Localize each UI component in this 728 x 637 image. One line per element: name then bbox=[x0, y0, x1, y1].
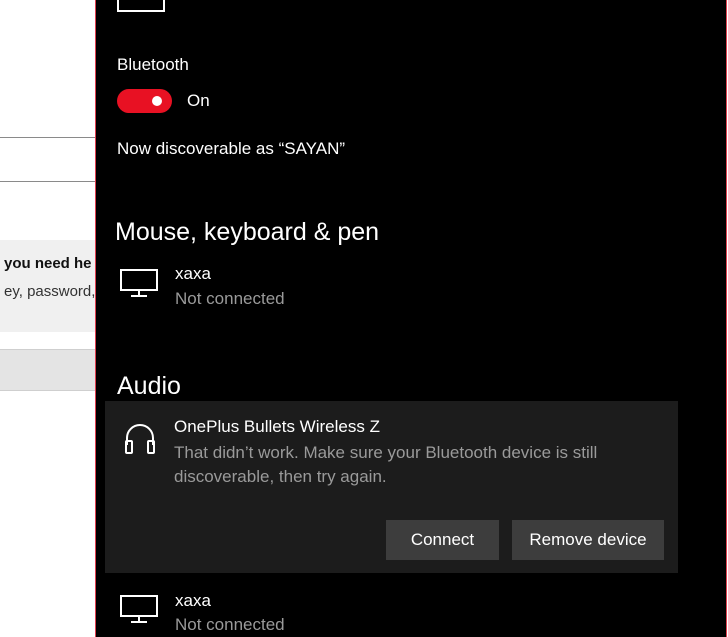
headphones-icon bbox=[125, 424, 155, 454]
device-status: Not connected bbox=[175, 289, 285, 308]
partial-text: ey, password, bbox=[4, 283, 96, 300]
error-message: That didn’t work. Make sure your Bluetoo… bbox=[174, 443, 598, 486]
background-window: you need he ey, password, bbox=[0, 0, 96, 637]
remove-device-button[interactable]: Remove device bbox=[512, 520, 664, 560]
monitor-icon bbox=[120, 269, 158, 297]
device-item[interactable]: xaxa Not connected bbox=[115, 589, 415, 637]
discoverable-text: Now discoverable as “SAYAN” bbox=[117, 139, 346, 158]
monitor-icon bbox=[120, 595, 158, 623]
toggle-knob bbox=[152, 96, 162, 106]
device-name: OnePlus Bullets Wireless Z bbox=[174, 417, 380, 436]
background-bar bbox=[0, 349, 96, 391]
divider bbox=[0, 137, 96, 138]
partial-heading: you need he bbox=[4, 255, 92, 272]
toggle-state-label: On bbox=[187, 91, 210, 110]
connect-button[interactable]: Connect bbox=[386, 520, 499, 560]
section-title-audio: Audio bbox=[117, 372, 181, 400]
device-item[interactable]: xaxa Not connected bbox=[115, 262, 415, 312]
device-status: Not connected bbox=[175, 615, 285, 634]
divider bbox=[0, 181, 96, 182]
bluetooth-label: Bluetooth bbox=[117, 55, 189, 74]
bluetooth-toggle[interactable] bbox=[117, 89, 172, 113]
device-name: xaxa bbox=[175, 591, 211, 610]
section-title-mouse-keyboard-pen: Mouse, keyboard & pen bbox=[115, 218, 380, 246]
bluetooth-settings-panel: Bluetooth On Now discoverable as “SAYAN”… bbox=[95, 0, 727, 637]
device-name: xaxa bbox=[175, 264, 211, 283]
selected-device-card[interactable]: OnePlus Bullets Wireless Z That didn’t w… bbox=[105, 401, 678, 573]
monitor-icon bbox=[117, 0, 165, 12]
